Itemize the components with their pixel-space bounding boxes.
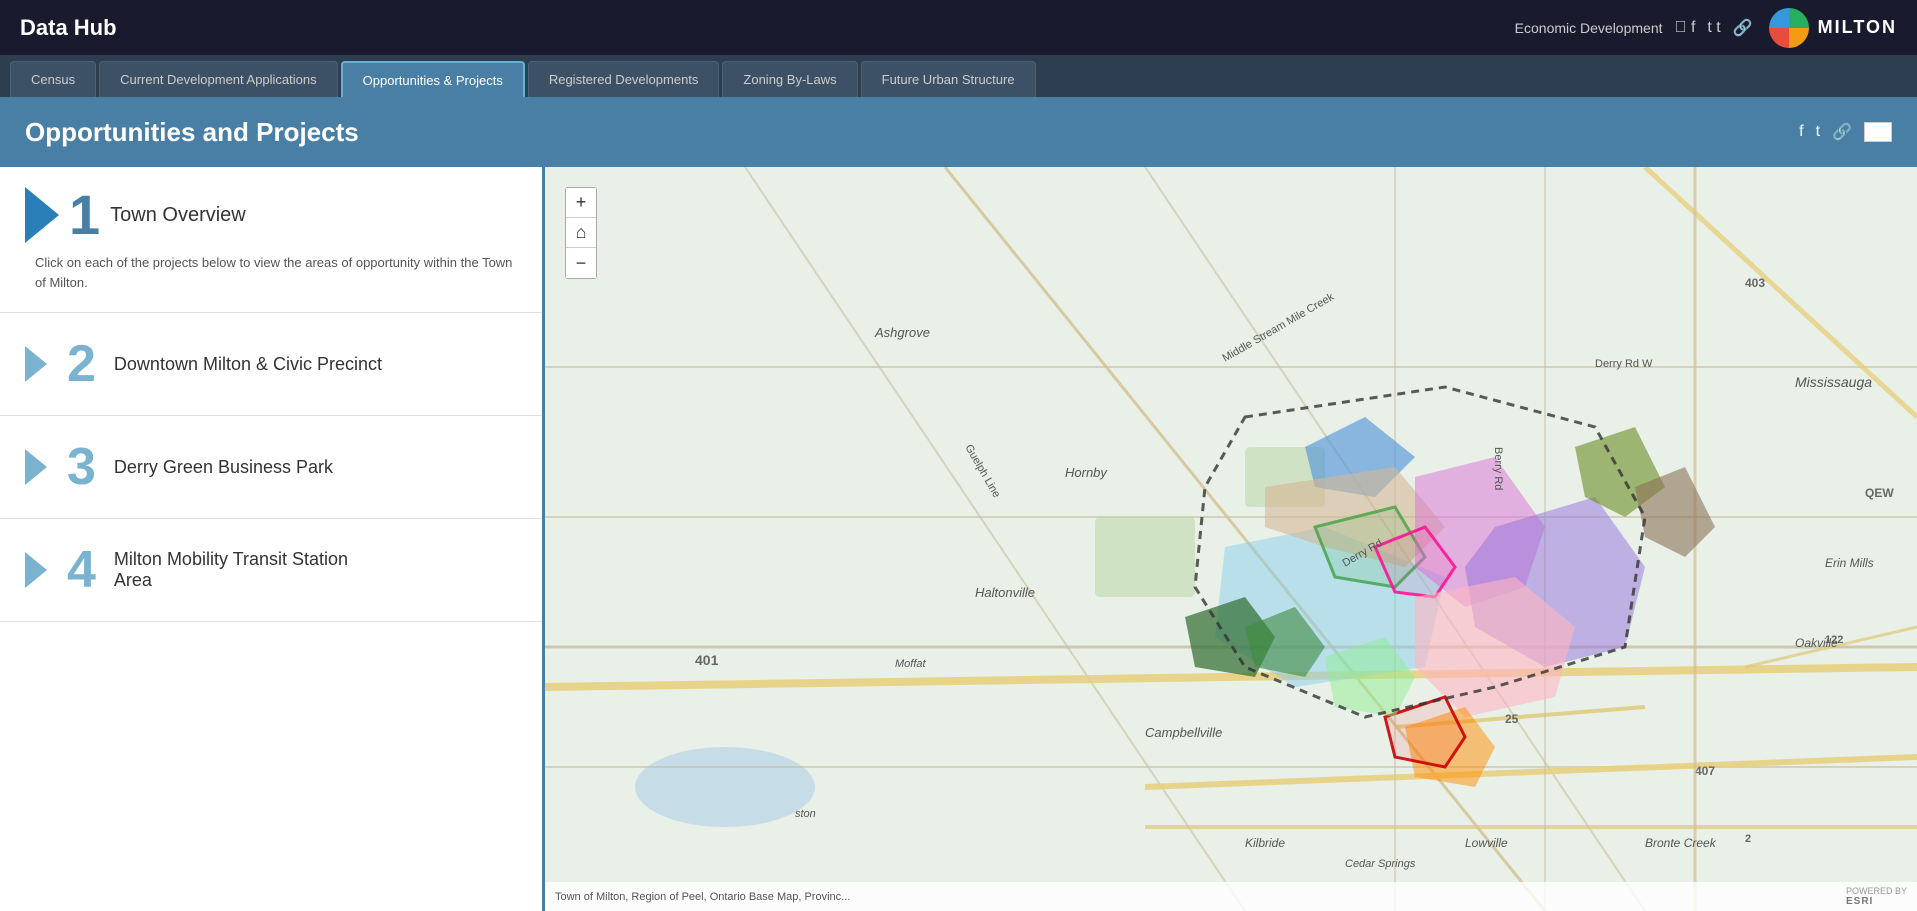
sidebar-item-3[interactable]: 3 Derry Green Business Park: [0, 416, 542, 519]
twitter-icon[interactable]: t t: [1707, 19, 1720, 37]
tab-registered-devs[interactable]: Registered Developments: [528, 61, 720, 97]
twitter-share-icon[interactable]: t: [1816, 123, 1820, 141]
svg-text:Kilbride: Kilbride: [1245, 836, 1285, 850]
facebook-icon[interactable]:  f: [1675, 19, 1696, 37]
item-1-number: 1: [69, 187, 100, 243]
svg-text:Campbellville: Campbellville: [1145, 725, 1222, 740]
svg-text:Haltonville: Haltonville: [975, 585, 1035, 600]
logo-text: MILTON: [1818, 17, 1897, 38]
item-4-arrow-icon: [25, 552, 47, 588]
app-header: Data Hub Economic Development  f t t 🔗 …: [0, 0, 1917, 55]
esri-logo: POWERED BY esri: [1846, 886, 1907, 907]
map-controls: + ⌂ −: [565, 187, 597, 279]
item-2-number: 2: [67, 338, 96, 390]
tab-future-urban[interactable]: Future Urban Structure: [861, 61, 1036, 97]
milton-logo: MILTON: [1765, 4, 1897, 52]
link-icon[interactable]: 🔗: [1733, 18, 1753, 38]
eco-dev-label: Economic Development: [1515, 20, 1663, 36]
item-3-number: 3: [67, 441, 96, 493]
svg-text:Ashgrove: Ashgrove: [874, 325, 930, 340]
sidebar-item-1[interactable]: 1 Town Overview Click on each of the pro…: [0, 167, 542, 313]
zoom-out-button[interactable]: −: [566, 248, 596, 278]
svg-text:Derry Rd W: Derry Rd W: [1595, 358, 1653, 370]
map-container[interactable]: 401 407 403 25 2 122: [545, 167, 1917, 911]
main-content: 1 Town Overview Click on each of the pro…: [0, 167, 1917, 911]
logo-graphic: [1765, 4, 1813, 52]
page-title: Opportunities and Projects: [25, 117, 359, 148]
svg-text:407: 407: [1695, 764, 1715, 778]
svg-text:Erin Mills: Erin Mills: [1825, 556, 1874, 570]
item-3-title: Derry Green Business Park: [114, 457, 333, 478]
svg-text:2: 2: [1745, 833, 1751, 845]
item-1-description: Click on each of the projects below to v…: [25, 253, 517, 292]
svg-text:403: 403: [1745, 276, 1765, 290]
page-header-bar: Opportunities and Projects f t 🔗: [0, 97, 1917, 167]
map-svg: 401 407 403 25 2 122: [545, 167, 1917, 911]
item-4-number: 4: [67, 544, 96, 596]
item-4-title: Milton Mobility Transit Station: [114, 549, 348, 570]
sidebar-item-4[interactable]: 4 Milton Mobility Transit Station Area: [0, 519, 542, 622]
sidebar-item-2[interactable]: 2 Downtown Milton & Civic Precinct: [0, 313, 542, 416]
zoom-in-button[interactable]: +: [566, 188, 596, 218]
svg-text:25: 25: [1505, 712, 1519, 726]
tab-census[interactable]: Census: [10, 61, 96, 97]
svg-text:Oakville: Oakville: [1795, 636, 1838, 650]
link-share-icon[interactable]: 🔗: [1832, 122, 1852, 142]
header-right-section: Economic Development  f t t 🔗 MILTON: [1515, 4, 1897, 52]
map-attribution-bar: Town of Milton, Region of Peel, Ontario …: [545, 882, 1917, 911]
home-button[interactable]: ⌂: [566, 218, 596, 248]
item-4-content: Milton Mobility Transit Station Area: [114, 549, 348, 591]
svg-text:401: 401: [695, 652, 719, 668]
page-header-icons: f t 🔗: [1799, 122, 1892, 142]
svg-text:Lowville: Lowville: [1465, 836, 1508, 850]
svg-text:QEW: QEW: [1865, 486, 1894, 500]
item-4-subtitle: Area: [114, 570, 348, 591]
tab-zoning-bylaws[interactable]: Zoning By-Laws: [722, 61, 857, 97]
svg-text:Berry Rd: Berry Rd: [1492, 447, 1504, 490]
item-2-title: Downtown Milton & Civic Precinct: [114, 354, 382, 375]
app-title: Data Hub: [20, 15, 117, 41]
svg-text:Mississauga: Mississauga: [1795, 374, 1872, 390]
facebook-share-icon[interactable]: f: [1799, 123, 1803, 141]
esri-name: esri: [1846, 896, 1907, 907]
item-1-arrow-icon: [25, 187, 59, 243]
svg-text:Cedar Springs: Cedar Springs: [1345, 858, 1416, 870]
flag-icon[interactable]: [1864, 122, 1892, 142]
item-1-title: Town Overview: [110, 204, 246, 227]
svg-text:Hornby: Hornby: [1065, 465, 1108, 480]
attribution-text: Town of Milton, Region of Peel, Ontario …: [555, 891, 850, 903]
tab-opportunities-projects[interactable]: Opportunities & Projects: [341, 61, 525, 97]
svg-text:Bronte Creek: Bronte Creek: [1645, 836, 1717, 850]
item-3-arrow-icon: [25, 449, 47, 485]
svg-text:ston: ston: [795, 808, 816, 820]
esri-powered-label: POWERED BY: [1846, 886, 1907, 896]
tab-current-dev-apps[interactable]: Current Development Applications: [99, 61, 338, 97]
navigation-tabs: Census Current Development Applications …: [0, 55, 1917, 97]
item-2-arrow-icon: [25, 346, 47, 382]
sidebar: 1 Town Overview Click on each of the pro…: [0, 167, 545, 911]
svg-text:Moffat: Moffat: [895, 658, 927, 670]
